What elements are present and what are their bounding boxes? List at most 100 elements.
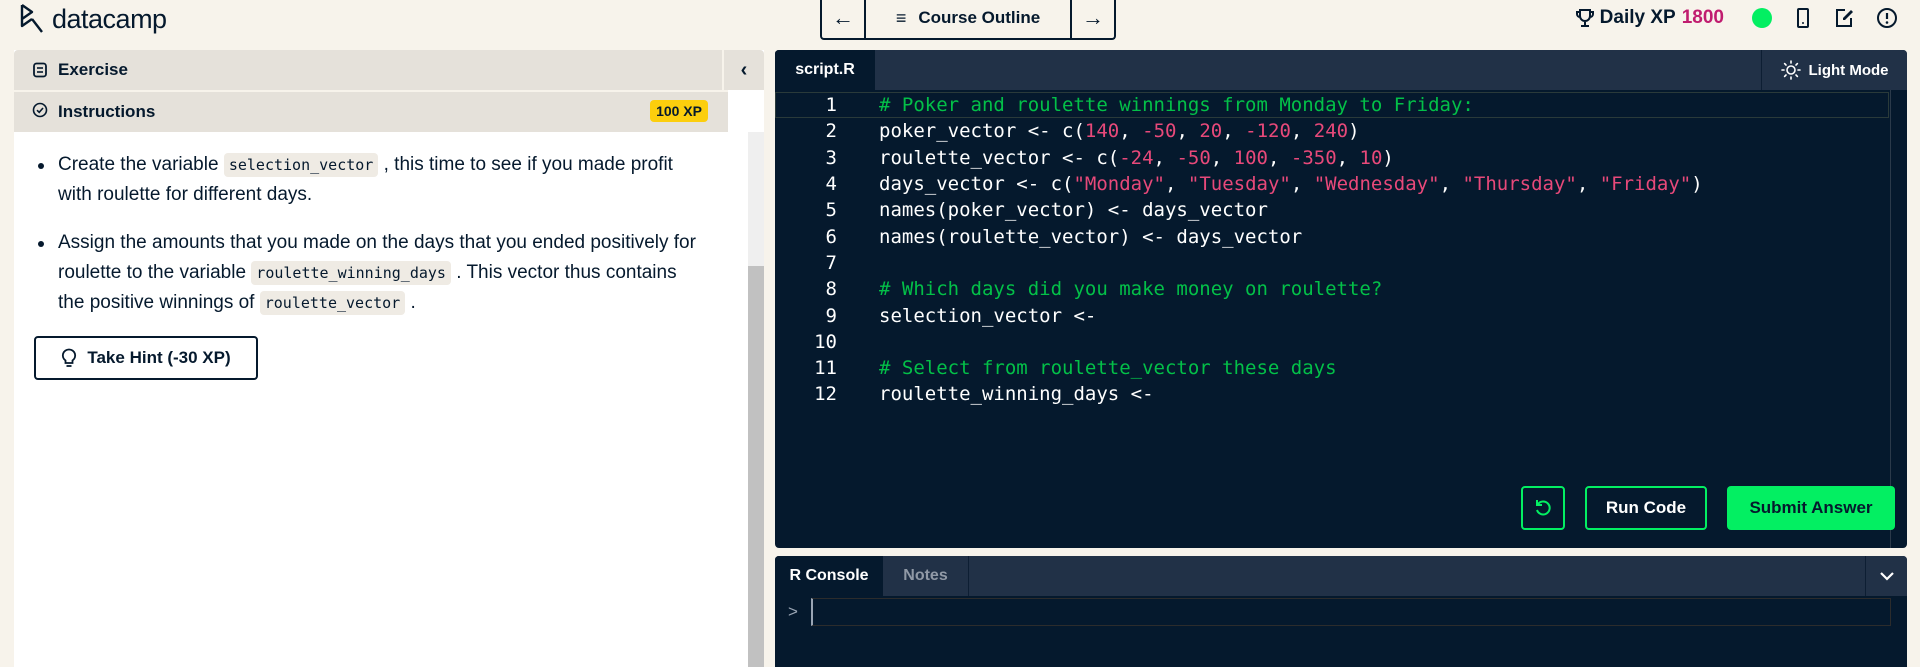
code-literal: "Tuesday"	[1187, 173, 1291, 196]
line-number: 10	[814, 330, 837, 353]
code-line[interactable]: 2 poker_vector <- c(140, -50, 20, -120, 2…	[775, 118, 1907, 144]
daily-xp[interactable]: Daily XP 1800	[1575, 7, 1724, 29]
run-code-button[interactable]: Run Code	[1585, 486, 1707, 530]
code-token: ,	[1164, 173, 1188, 196]
line-number: 11	[814, 357, 837, 380]
code-literal: 10	[1359, 146, 1383, 169]
previous-exercise-button[interactable]: ←	[822, 0, 864, 38]
edit-icon	[1836, 9, 1853, 27]
code-literal: "Wednesday"	[1313, 173, 1440, 196]
code-line[interactable]: 12 roulette_winning_days <-	[775, 381, 1907, 407]
code-line[interactable]: 11 # Select from roulette_vector these da…	[775, 355, 1907, 381]
tab-script-r[interactable]: script.R	[775, 50, 875, 90]
code-line[interactable]: 5 names(poker_vector) <- days_vector	[775, 197, 1907, 223]
code-token: ,	[1153, 146, 1177, 169]
reset-code-button[interactable]	[1521, 486, 1565, 530]
take-hint-button[interactable]: Take Hint (-30 XP)	[34, 336, 258, 380]
code-literal: 20	[1199, 120, 1223, 143]
code-line[interactable]: 8 # Which days did you make money on roul…	[775, 276, 1907, 302]
code-token: ,	[1267, 146, 1291, 169]
datacamp-logo-icon	[20, 4, 43, 33]
top-bar: datacamp ← ≡ Course Outline → Daily XP 1…	[0, 0, 1920, 46]
code-literal: 240	[1313, 120, 1349, 143]
connection-status-indicator	[1752, 8, 1772, 28]
code-text: roulette_winning_days <-	[879, 383, 1154, 405]
code-literal: -50	[1142, 120, 1177, 143]
console-input[interactable]	[811, 598, 1891, 626]
arrow-left-icon: ←	[832, 5, 854, 30]
code-token: names(roulette_vector) <- days_vector	[879, 225, 1303, 248]
code-token: ,	[1439, 173, 1463, 196]
line-number: 8	[825, 278, 837, 301]
instructions-scrollbar[interactable]	[748, 132, 764, 667]
code-token: ,	[1210, 146, 1234, 169]
code-token: ,	[1176, 120, 1200, 143]
code-line[interactable]: 10	[775, 329, 1907, 355]
instructions-header[interactable]: Instructions 100 XP	[14, 90, 728, 132]
code-text: selection_vector <-	[879, 305, 1096, 327]
check-circle-icon	[32, 102, 48, 123]
code-line[interactable]: 4 days_vector <- c("Monday", "Tuesday", "…	[775, 171, 1907, 197]
header-tools: Daily XP 1800	[1575, 6, 1898, 30]
inline-code: roulette_winning_days	[251, 261, 451, 285]
inline-code: selection_vector	[223, 153, 379, 177]
code-text: # Poker and roulette winnings from Monda…	[879, 94, 1474, 116]
code-line[interactable]: 1 # Poker and roulette winnings from Mond…	[775, 92, 1889, 119]
take-hint-label: Take Hint (-30 XP)	[87, 348, 231, 367]
console-prompt-icon: >	[788, 602, 798, 621]
daily-xp-label: Daily XP	[1599, 7, 1676, 28]
instructions-title: Instructions	[58, 102, 156, 121]
tab-notes[interactable]: Notes	[883, 556, 969, 596]
collapse-panel-button[interactable]: ‹	[722, 50, 764, 90]
code-token: poker_vector <- c(	[879, 120, 1085, 143]
code-line[interactable]: 9 selection_vector <-	[775, 302, 1907, 328]
datacamp-logo[interactable]: datacamp	[18, 2, 167, 36]
feedback-button[interactable]	[1834, 7, 1856, 29]
tab-r-console[interactable]: R Console	[775, 556, 883, 596]
exercise-header[interactable]: Exercise ‹	[14, 50, 764, 90]
logo-text: datacamp	[52, 3, 167, 34]
code-line[interactable]: 6 names(roulette_vector) <- days_vector	[775, 223, 1907, 249]
alert-icon	[1877, 8, 1897, 28]
instructions-list: Create the variable selection_vector , t…	[38, 150, 704, 318]
code-literal: -120	[1245, 120, 1291, 143]
code-token: names(poker_vector) <- days_vector	[879, 199, 1268, 222]
code-token: roulette_winning_days <-	[879, 383, 1154, 406]
light-mode-toggle[interactable]: Light Mode	[1761, 50, 1907, 90]
code-token: ,	[1119, 120, 1143, 143]
document-icon	[32, 62, 48, 78]
code-literal: "Thursday"	[1462, 173, 1577, 196]
submit-answer-button[interactable]: Submit Answer	[1727, 486, 1895, 530]
code-literal: "Friday"	[1599, 173, 1692, 196]
code-text: poker_vector <- c(140, -50, 20, -120, 24…	[879, 120, 1360, 142]
report-issue-button[interactable]	[1876, 7, 1898, 29]
scrollbar-thumb[interactable]	[748, 266, 764, 667]
line-number: 4	[825, 173, 837, 196]
code-token: roulette_vector <- c(	[879, 146, 1120, 169]
code-area[interactable]: 1 # Poker and roulette winnings from Mond…	[775, 90, 1907, 408]
code-literal: -24	[1119, 146, 1154, 169]
instructions-body: Create the variable selection_vector , t…	[14, 132, 728, 380]
trophy-icon	[1575, 9, 1594, 27]
mobile-view-button[interactable]	[1792, 7, 1814, 29]
course-outline-label: Course Outline	[918, 8, 1041, 27]
next-exercise-button[interactable]: →	[1072, 0, 1114, 38]
code-line[interactable]: 7	[775, 250, 1907, 276]
editor-scrollbar[interactable]	[1890, 90, 1891, 548]
menu-icon: ≡	[895, 7, 907, 28]
code-editor: script.R Light Mode 1 # Poker and roulett…	[775, 50, 1907, 548]
code-comment: # Which days did you make money on roule…	[879, 278, 1383, 301]
course-outline-button[interactable]: ≡ Course Outline	[864, 0, 1072, 38]
code-token: ,	[1290, 173, 1314, 196]
code-literal: 100	[1233, 146, 1268, 169]
code-line[interactable]: 3 roulette_vector <- c(-24, -50, 100, -35…	[775, 145, 1907, 171]
code-token: days_vector <- c(	[879, 173, 1074, 196]
collapse-console-button[interactable]	[1865, 556, 1907, 596]
editor-tab-bar: script.R Light Mode	[775, 50, 1907, 90]
reset-icon	[1536, 500, 1551, 516]
code-token: )	[1691, 173, 1703, 196]
arrow-right-icon: →	[1082, 5, 1104, 30]
chevron-down-icon	[1879, 572, 1894, 581]
xp-badge: 100 XP	[650, 100, 708, 122]
line-number: 1	[825, 94, 837, 117]
